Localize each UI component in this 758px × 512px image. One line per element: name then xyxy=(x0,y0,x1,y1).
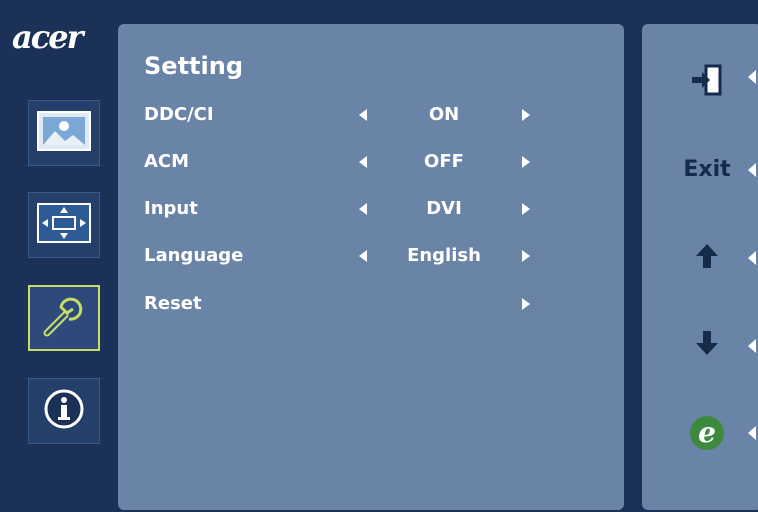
arrow-up-icon xyxy=(696,244,718,272)
setting-value: ON xyxy=(428,104,460,125)
setting-label: DDC/CI xyxy=(144,104,214,125)
setting-label: Reset xyxy=(144,293,202,314)
empowering-key[interactable]: e xyxy=(672,413,742,453)
exit-door-icon xyxy=(690,64,724,100)
setting-label: Input xyxy=(144,198,198,219)
sidebar-item-information[interactable] xyxy=(28,378,100,444)
increase-arrow-icon[interactable] xyxy=(522,203,530,215)
decrease-arrow-icon[interactable] xyxy=(359,156,367,168)
empowering-key-icon: e xyxy=(690,416,724,450)
setting-value: English xyxy=(407,245,481,266)
exit-key[interactable]: Exit xyxy=(672,149,742,189)
key-caret-icon xyxy=(748,251,756,265)
arrow-down-icon xyxy=(696,331,718,359)
key-caret-icon xyxy=(748,163,756,177)
setting-value: OFF xyxy=(424,151,464,172)
page-title: Setting xyxy=(144,52,243,80)
setting-label: ACM xyxy=(144,151,190,172)
up-key[interactable] xyxy=(672,238,742,278)
increase-arrow-icon[interactable] xyxy=(522,156,530,168)
key-caret-icon xyxy=(748,70,756,84)
key-caret-icon xyxy=(748,339,756,353)
decrease-arrow-icon[interactable] xyxy=(359,250,367,262)
decrease-arrow-icon[interactable] xyxy=(359,203,367,215)
setting-value: DVI xyxy=(426,198,462,219)
exit-label: Exit xyxy=(683,156,731,182)
acer-logo: acer xyxy=(12,18,83,56)
setting-label: Language xyxy=(144,245,244,266)
exit-door-key[interactable] xyxy=(672,62,742,102)
increase-arrow-icon[interactable] xyxy=(522,250,530,262)
down-key[interactable] xyxy=(672,325,742,365)
key-caret-icon xyxy=(748,426,756,440)
enter-arrow-icon[interactable] xyxy=(522,298,530,310)
decrease-arrow-icon[interactable] xyxy=(359,109,367,121)
info-icon xyxy=(42,387,86,435)
increase-arrow-icon[interactable] xyxy=(522,109,530,121)
